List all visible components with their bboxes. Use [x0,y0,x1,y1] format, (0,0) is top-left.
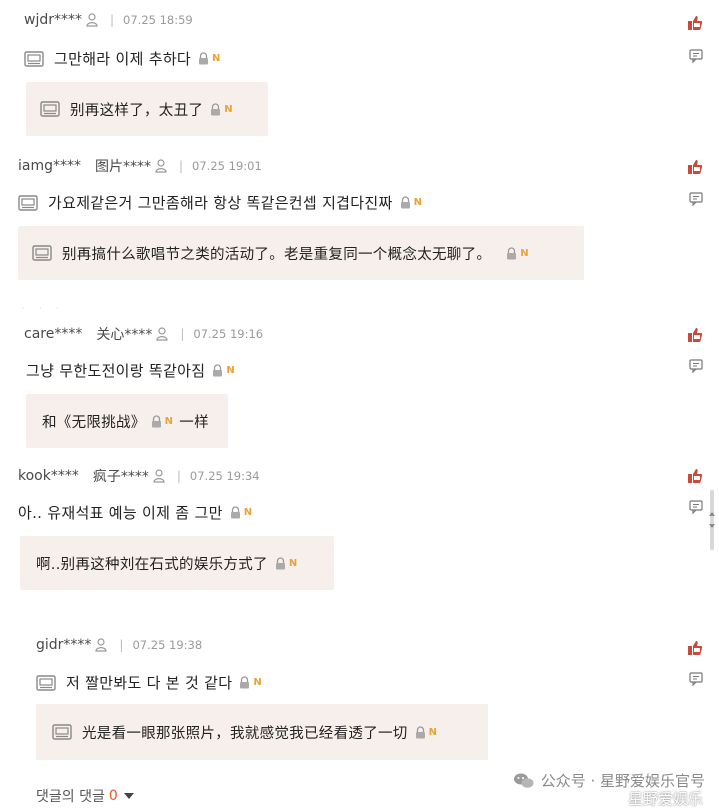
comment-timestamp: 07.25 19:34 [189,469,260,483]
thumb-up-icon[interactable] [687,640,703,656]
lock-icon [209,103,222,116]
reply-icon[interactable] [689,500,703,514]
n-badge: N [224,103,233,115]
divider: | [180,327,185,341]
n-badge: N [253,677,263,688]
comment-alias: 关心**** [96,327,153,343]
comment-text: 가요제같은거 그만좀해라 항상 똑같은컨셉 지겹다진짜 N [18,192,422,213]
n-badge: N [288,557,298,569]
lock-icon [399,196,412,209]
reply-count-toggle[interactable]: 댓글의 댓글 0 [36,786,134,806]
reply-count-label: 댓글의 댓글 [36,789,105,805]
comment-body: 그만해라 이제 추하다 [54,50,192,68]
doc-icon [52,724,72,740]
comment-alias: 疯子**** [92,469,149,485]
lock-icon [505,247,518,260]
caret-down-icon [123,793,134,799]
separator-dots: · · · [22,304,65,313]
n-badge: N [520,247,529,259]
lock-icon [229,506,242,519]
lock-icon [211,364,224,377]
person-icon [155,159,167,173]
translation-box: 别再这样了，太丑了 N [26,82,268,136]
comment-timestamp: 07.25 19:38 [132,638,203,652]
divider: | [119,638,124,652]
reply-icon[interactable] [689,359,703,373]
reply-icon[interactable] [689,192,703,206]
comment-timestamp: 07.25 18:59 [123,13,193,27]
comment-alias: 图片**** [95,159,151,175]
comment-timestamp: 07.25 19:16 [193,327,264,341]
doc-icon [36,675,56,691]
n-badge: N [413,197,423,208]
lock-icon [197,52,210,65]
translation-text: 别再这样了，太丑了 [70,102,204,119]
translation-text: 别再搞什么歌唱节之类的活动了。老是重复同一个概念太无聊了。 [62,246,492,263]
n-badge: N [243,507,253,518]
translation-box: 和《无限挑战》 N 一样 [26,394,228,448]
comment-text: 아.. 유재석표 예능 이제 좀 그만 N [18,502,252,523]
comment-username[interactable]: gidr**** [36,637,91,653]
person-icon [95,638,107,652]
wechat-icon [513,773,534,788]
comment-username[interactable]: care**** [24,326,82,342]
thumb-up-icon[interactable] [687,327,703,343]
comment-header: iamg**** 图片**** | 07.25 19:01 [18,156,262,176]
reply-icon[interactable] [689,672,703,686]
divider: | [176,469,181,483]
n-badge: N [164,415,174,427]
doc-icon [24,51,44,67]
translation-box: 啊..别再这种刘在石式的娱乐方式了 N [20,536,334,590]
watermark-overlay: 星野爱娱乐 [627,790,703,808]
n-badge: N [212,53,221,64]
doc-icon [18,195,38,211]
translation-text: 光是看一眼那张照片，我就感觉我已经看透了一切 [82,725,408,742]
lock-icon [150,415,163,428]
comment-body: 아.. 유재석표 예능 이제 좀 그만 [18,504,223,522]
comment-header: wjdr**** | 07.25 18:59 [24,12,193,28]
n-badge: N [428,726,438,738]
lock-icon [414,726,427,739]
divider: | [179,159,184,173]
comment-text: 그냥 무한도전이랑 똑같아짐 N [26,360,235,381]
lock-icon [274,557,287,570]
comment-text: 저 짤만봐도 다 본 것 같다 N [36,672,262,693]
translation-text: 啊..别再这种刘在石式的娱乐方式了 [36,556,268,573]
comment-username[interactable]: wjdr**** [24,12,82,28]
translation-box: 别再搞什么歌唱节之类的活动了。老是重复同一个概念太无聊了。 N [18,226,584,280]
thumb-up-icon[interactable] [687,15,703,31]
comment-body: 그냥 무한도전이랑 똑같아짐 [26,362,206,380]
comment-header: gidr**** | 07.25 19:38 [36,637,202,653]
translation-box: 光是看一眼那张照片，我就感觉我已经看透了一切 N [36,704,488,760]
lock-icon [238,676,251,689]
comment-header: care**** 关心**** | 07.25 19:16 [24,324,263,344]
person-icon [156,327,168,341]
comment-username[interactable]: iamg**** [18,158,81,174]
scrollbar[interactable] [707,490,717,550]
doc-icon [32,245,52,261]
translation-text-suffix: 一样 [179,414,209,431]
reply-icon[interactable] [689,49,703,63]
comment-timestamp: 07.25 19:01 [192,159,262,173]
comment-body: 가요제같은거 그만좀해라 항상 똑같은컨셉 지겹다진짜 [48,194,393,212]
n-badge: N [226,365,236,376]
person-icon [153,469,165,483]
person-icon [86,13,98,27]
comment-username[interactable]: kook**** [18,468,79,484]
comment-text: 그만해라 이제 추하다 N [24,48,221,69]
thumb-up-icon[interactable] [687,468,703,484]
thumb-up-icon[interactable] [687,159,703,175]
comment-header: kook**** 疯子**** | 07.25 19:34 [18,466,260,486]
divider: | [109,13,115,27]
doc-icon [40,101,60,117]
reply-count: 0 [108,788,118,804]
comment-body: 저 짤만봐도 다 본 것 같다 [66,674,233,692]
translation-text: 和《无限挑战》 [42,414,146,431]
